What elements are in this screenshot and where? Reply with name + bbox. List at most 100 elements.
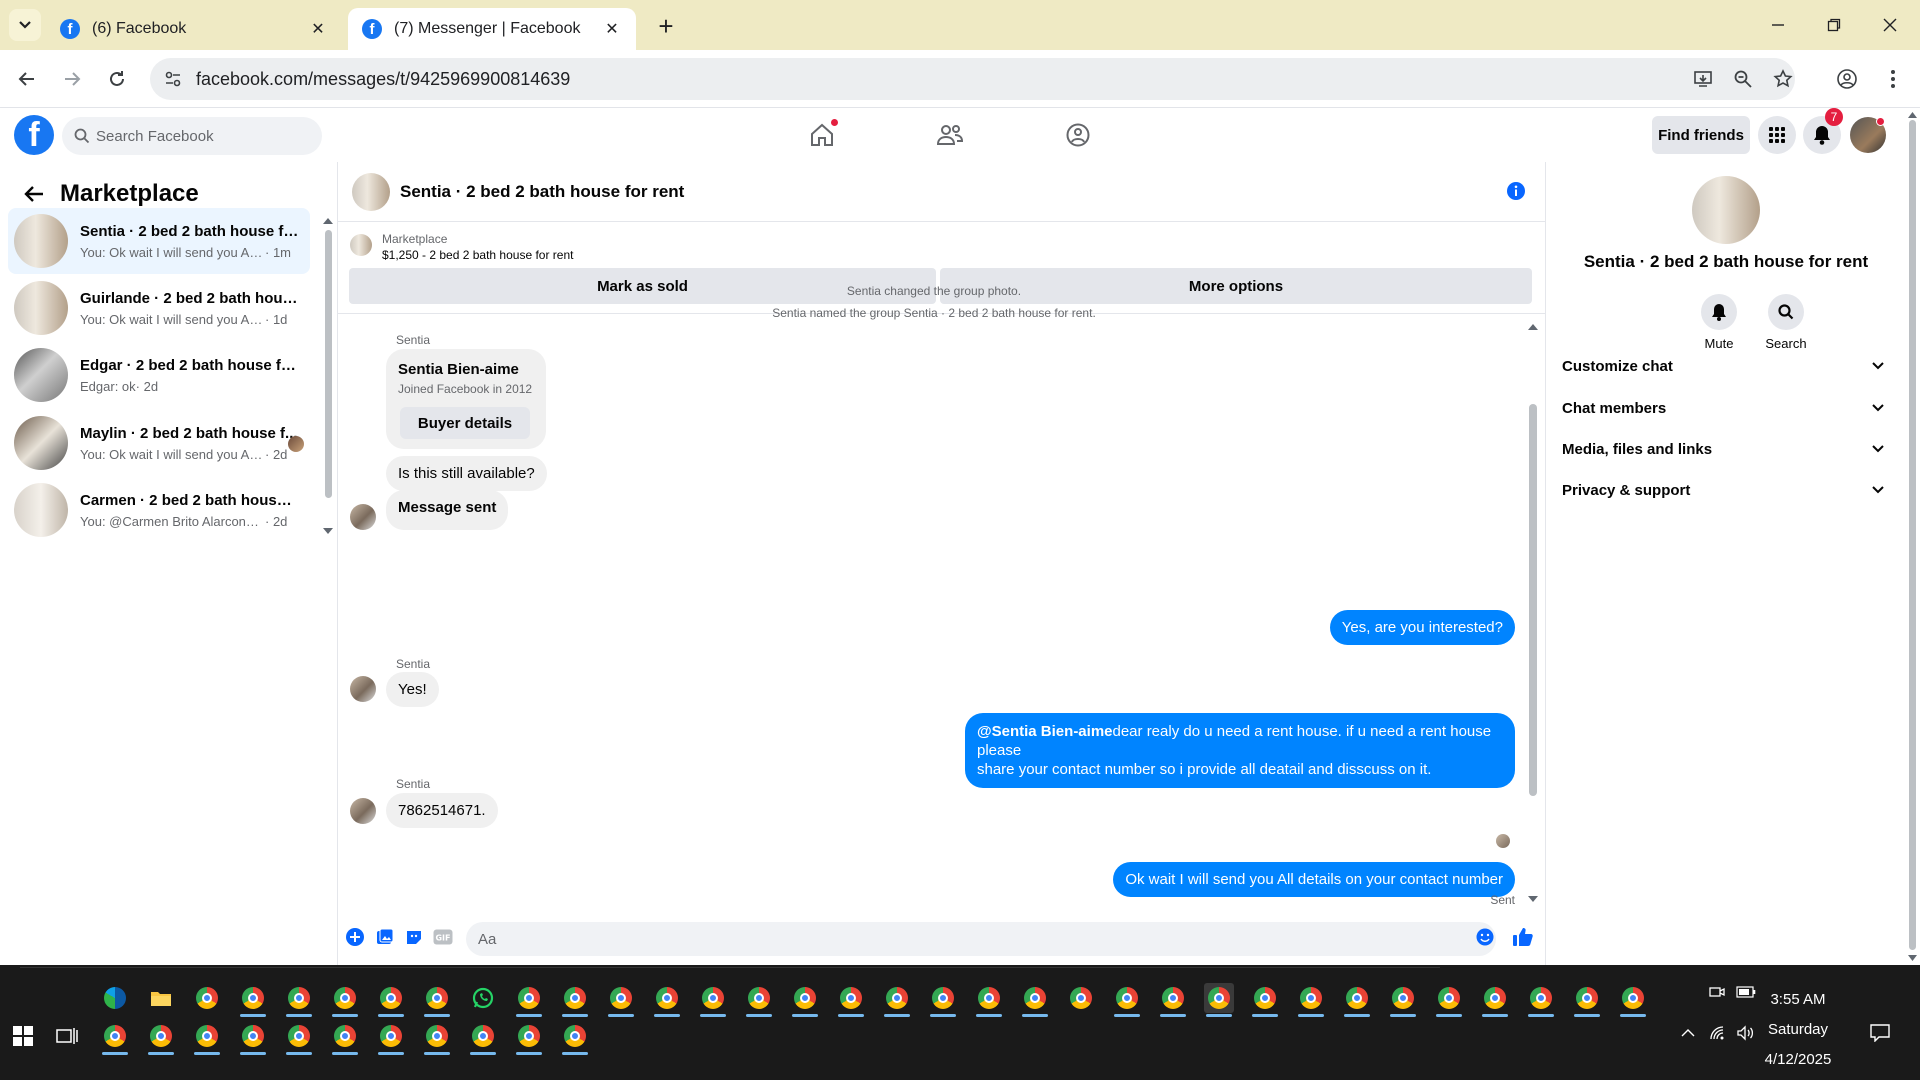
facebook-logo-icon[interactable]: f	[14, 115, 54, 155]
scrollbar-thumb[interactable]	[1909, 120, 1916, 950]
minimize-window-button[interactable]	[1750, 8, 1806, 42]
home-nav-button[interactable]	[804, 118, 840, 152]
chrome-taskbar-icon[interactable]	[560, 1021, 590, 1055]
edge-browser-icon[interactable]	[100, 983, 130, 1013]
chrome-taskbar-icon[interactable]	[698, 983, 728, 1017]
chrome-taskbar-icon[interactable]	[514, 1021, 544, 1055]
network-icon[interactable]	[1706, 1021, 1730, 1045]
close-tab-icon[interactable]: ✕	[602, 19, 622, 39]
friends-nav-button[interactable]	[932, 118, 968, 152]
search-conversation-button[interactable]: Search	[1756, 294, 1816, 351]
buyer-details-button[interactable]: Buyer details	[400, 407, 530, 439]
chrome-taskbar-icon[interactable]	[192, 1021, 222, 1055]
chrome-taskbar-icon[interactable]	[1388, 983, 1418, 1017]
message-out-long[interactable]: @Sentia Bien-aimedear realy do u need a …	[965, 713, 1515, 788]
like-button[interactable]	[1510, 924, 1536, 950]
chrome-taskbar-icon[interactable]	[790, 983, 820, 1017]
add-attachment-button[interactable]	[342, 924, 368, 950]
listing-thumbnail[interactable]	[350, 234, 372, 256]
back-button[interactable]	[10, 62, 44, 96]
message-in[interactable]: Message sent	[386, 490, 509, 530]
chrome-taskbar-icon[interactable]	[744, 983, 774, 1017]
mute-button[interactable]: Mute	[1689, 294, 1749, 351]
chrome-taskbar-icon[interactable]	[238, 983, 268, 1017]
conversation-item-carmen[interactable]: Carmen · 2 bed 2 bath house fo... You: @…	[8, 477, 310, 543]
address-bar[interactable]: facebook.com/messages/t/9425969900814639	[150, 58, 1795, 100]
install-app-icon[interactable]	[1688, 64, 1718, 94]
gif-button[interactable]: GIF	[430, 924, 456, 950]
chrome-taskbar-icon[interactable]	[468, 1021, 498, 1055]
notifications-button[interactable]: 7	[1803, 108, 1843, 154]
conversation-item-guirlande[interactable]: Guirlande · 2 bed 2 bath house ... You: …	[8, 275, 310, 341]
chrome-taskbar-icon[interactable]	[974, 983, 1004, 1017]
zoom-icon[interactable]	[1728, 64, 1758, 94]
emoji-button[interactable]	[1472, 924, 1498, 950]
chrome-taskbar-icon[interactable]	[652, 983, 682, 1017]
section-privacy-support[interactable]: Privacy & support	[1546, 470, 1906, 510]
chrome-taskbar-icon[interactable]	[146, 1021, 176, 1055]
chrome-taskbar-icon[interactable]	[100, 1021, 130, 1055]
listing-detail[interactable]: $1,250 - 2 bed 2 bath house for rent	[382, 248, 573, 262]
chrome-taskbar-icon[interactable]	[422, 1021, 452, 1055]
chrome-taskbar-icon[interactable]	[330, 983, 360, 1017]
section-chat-members[interactable]: Chat members	[1546, 388, 1906, 428]
mention[interactable]: @Sentia Bien-aime	[977, 723, 1113, 740]
show-hidden-icons-button[interactable]	[1676, 1021, 1700, 1045]
close-tab-icon[interactable]: ✕	[308, 19, 328, 39]
info-icon[interactable]	[1506, 181, 1526, 201]
site-info-icon[interactable]	[164, 70, 182, 88]
chrome-taskbar-icon[interactable]	[1480, 983, 1510, 1017]
chrome-taskbar-icon[interactable]	[376, 1021, 406, 1055]
message-in[interactable]: 7862514671.	[386, 793, 498, 828]
sidebar-scrollbar[interactable]	[322, 212, 334, 534]
chrome-taskbar-icon[interactable]	[1112, 983, 1142, 1017]
chrome-taskbar-icon-active[interactable]	[1204, 983, 1234, 1017]
bookmark-star-icon[interactable]	[1768, 64, 1798, 94]
sender-avatar[interactable]	[350, 676, 376, 702]
browser-tab-messenger[interactable]: f (7) Messenger | Facebook ✕	[348, 8, 636, 50]
chrome-taskbar-icon[interactable]	[1572, 983, 1602, 1017]
browser-menu-icon[interactable]	[1878, 64, 1908, 94]
tab-search-button[interactable]	[9, 9, 41, 41]
profile-icon[interactable]	[1832, 64, 1862, 94]
chrome-taskbar-icon[interactable]	[1066, 983, 1096, 1013]
message-out[interactable]: Ok wait I will send you All details on y…	[1113, 862, 1515, 897]
notification-center-icon[interactable]	[1868, 1021, 1892, 1045]
attach-photo-button[interactable]	[372, 924, 398, 950]
chat-avatar[interactable]	[352, 172, 390, 211]
chrome-taskbar-icon[interactable]	[284, 983, 314, 1017]
chrome-taskbar-icon[interactable]	[1434, 983, 1464, 1017]
chrome-taskbar-icon[interactable]	[1020, 983, 1050, 1017]
chrome-taskbar-icon[interactable]	[1342, 983, 1372, 1017]
chrome-taskbar-icon[interactable]	[606, 983, 636, 1017]
task-view-button[interactable]	[52, 1021, 82, 1051]
find-friends-button[interactable]: Find friends	[1652, 116, 1750, 154]
message-out[interactable]: Yes, are you interested?	[1329, 610, 1515, 645]
chat-scrollbar[interactable]	[1526, 322, 1540, 907]
page-scrollbar[interactable]	[1905, 108, 1920, 965]
reload-button[interactable]	[100, 62, 134, 96]
chrome-taskbar-icon[interactable]	[560, 983, 590, 1017]
message-in[interactable]: Yes!	[386, 672, 439, 707]
chrome-taskbar-icon[interactable]	[238, 1021, 268, 1055]
browser-tab-facebook[interactable]: f (6) Facebook ✕	[46, 8, 342, 50]
new-tab-button[interactable]: +	[652, 11, 680, 41]
sender-avatar[interactable]	[350, 504, 376, 530]
chrome-taskbar-icon[interactable]	[192, 983, 222, 1013]
chrome-taskbar-icon[interactable]	[1618, 983, 1648, 1017]
back-button[interactable]	[16, 176, 52, 212]
close-window-button[interactable]	[1862, 8, 1918, 42]
chrome-taskbar-icon[interactable]	[1250, 983, 1280, 1017]
sender-avatar[interactable]	[350, 798, 376, 824]
chrome-taskbar-icon[interactable]	[1158, 983, 1188, 1017]
meet-now-icon[interactable]	[1705, 980, 1729, 1004]
message-in[interactable]: Is this still available?	[386, 456, 547, 491]
section-media-files-links[interactable]: Media, files and links	[1546, 429, 1906, 469]
file-explorer-icon[interactable]	[146, 983, 176, 1013]
taskbar-clock[interactable]: 3:55 AM Saturday 4/12/2025	[1738, 985, 1858, 1075]
chrome-taskbar-icon[interactable]	[1526, 983, 1556, 1017]
chrome-taskbar-icon[interactable]	[1296, 983, 1326, 1017]
message-input[interactable]: Aa	[466, 922, 1496, 956]
chrome-taskbar-icon[interactable]	[330, 1021, 360, 1055]
chrome-taskbar-icon[interactable]	[422, 983, 452, 1017]
